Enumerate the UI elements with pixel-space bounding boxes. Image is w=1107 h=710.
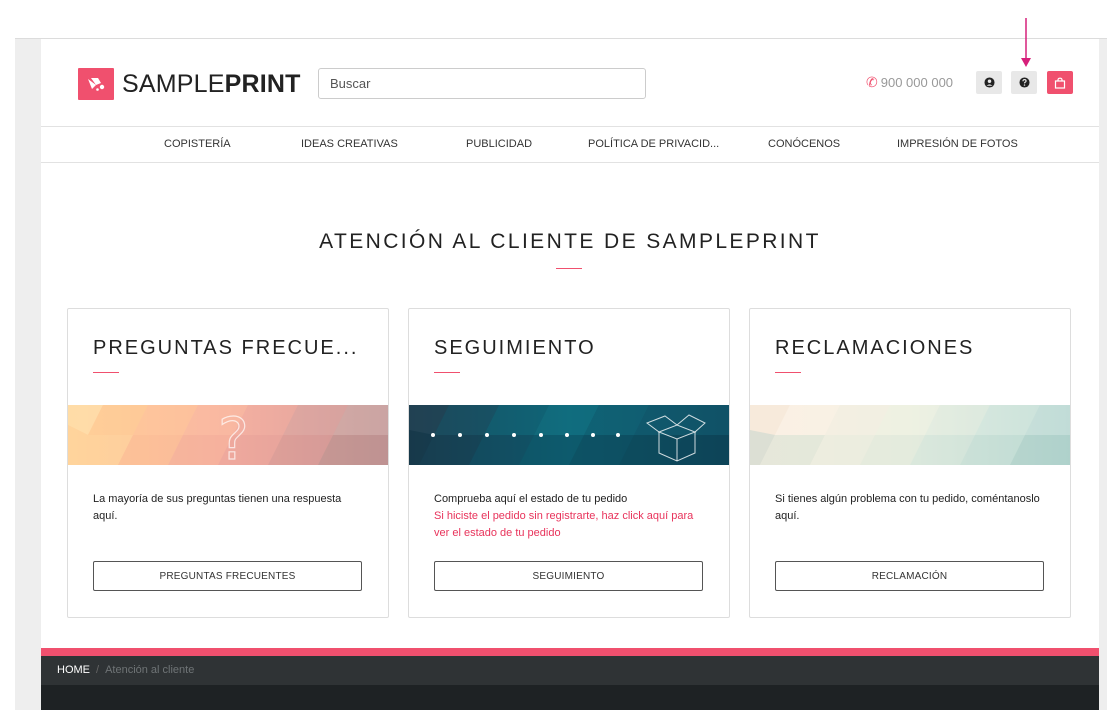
card-description: Si tienes algún problema con tu pedido, … (775, 493, 1040, 522)
nav-item-copisteria[interactable]: COPISTERÍA (164, 138, 231, 150)
breadcrumb: HOME / Atención al cliente (57, 664, 194, 676)
faq-button[interactable]: PREGUNTAS FRECUENTES (93, 561, 362, 591)
cart-button[interactable] (1047, 71, 1073, 94)
card-title-underline (775, 372, 801, 373)
faq-banner-image: ? (68, 405, 388, 465)
nav-item-politica-privacidad[interactable]: POLÍTICA DE PRIVACID... (588, 138, 719, 150)
annotation-arrow-icon (1021, 18, 1031, 67)
help-button[interactable] (1011, 71, 1037, 94)
card-tracking: SEGUIMIENTO Comprueba aquí el estado de … (408, 308, 730, 618)
breadcrumb-home[interactable]: HOME (57, 664, 90, 676)
card-description: Comprueba aquí el estado de tu pedido Si… (434, 493, 694, 539)
title-underline (556, 268, 582, 269)
footer (41, 685, 1099, 710)
nav-item-conocenos[interactable]: CONÓCENOS (768, 138, 840, 150)
page: SAMPLEPRINT ✆ 900 000 000 (0, 0, 1107, 710)
card-title: RECLAMACIONES (775, 337, 975, 359)
svg-text:?: ? (218, 405, 249, 465)
search-input[interactable] (318, 68, 646, 99)
site: SAMPLEPRINT ✆ 900 000 000 (41, 39, 1099, 710)
help-icon (1018, 77, 1030, 88)
tracking-banner-image (409, 405, 729, 465)
card-faq: PREGUNTAS FRECUE... ? La mayoría de sus … (67, 308, 389, 618)
card-title: SEGUIMIENTO (434, 337, 596, 359)
account-button[interactable] (976, 71, 1002, 94)
logo-text: SAMPLEPRINT (122, 69, 301, 98)
card-description: La mayoría de sus preguntas tienen una r… (93, 493, 342, 522)
main-nav: COPISTERÍA IDEAS CREATIVAS PUBLICIDAD PO… (41, 126, 1099, 163)
phone-number: 900 000 000 (880, 75, 954, 90)
left-gutter (15, 39, 41, 710)
page-title: ATENCIÓN AL CLIENTE DE SAMPLEPRINT (319, 230, 821, 253)
footer-accent-bar (41, 648, 1099, 656)
logo[interactable]: SAMPLEPRINT (78, 68, 301, 100)
card-title-underline (93, 372, 119, 373)
user-icon (983, 77, 995, 88)
breadcrumb-bar: HOME / Atención al cliente (41, 656, 1099, 685)
claims-banner-image (750, 405, 1070, 465)
card-title-underline (434, 372, 460, 373)
right-gutter (1099, 39, 1107, 710)
logo-mark-icon (78, 68, 114, 100)
nav-item-publicidad[interactable]: PUBLICIDAD (466, 138, 532, 150)
card-title: PREGUNTAS FRECUE... (93, 337, 359, 359)
nav-item-impresion-fotos[interactable]: IMPRESIÓN DE FOTOS (897, 138, 1018, 150)
card-claims: RECLAMACIONES Si tienes algún problema c… (749, 308, 1071, 618)
phone-link[interactable]: ✆ 900 000 000 (866, 74, 953, 91)
breadcrumb-current: Atención al cliente (105, 664, 195, 676)
nav-item-ideas-creativas[interactable]: IDEAS CREATIVAS (301, 138, 398, 150)
phone-icon: ✆ (866, 74, 878, 90)
claims-button[interactable]: RECLAMACIÓN (775, 561, 1044, 591)
shopping-bag-icon (1054, 77, 1066, 89)
tracking-button[interactable]: SEGUIMIENTO (434, 561, 703, 591)
header: SAMPLEPRINT ✆ 900 000 000 (41, 39, 1099, 126)
breadcrumb-separator: / (96, 664, 100, 676)
